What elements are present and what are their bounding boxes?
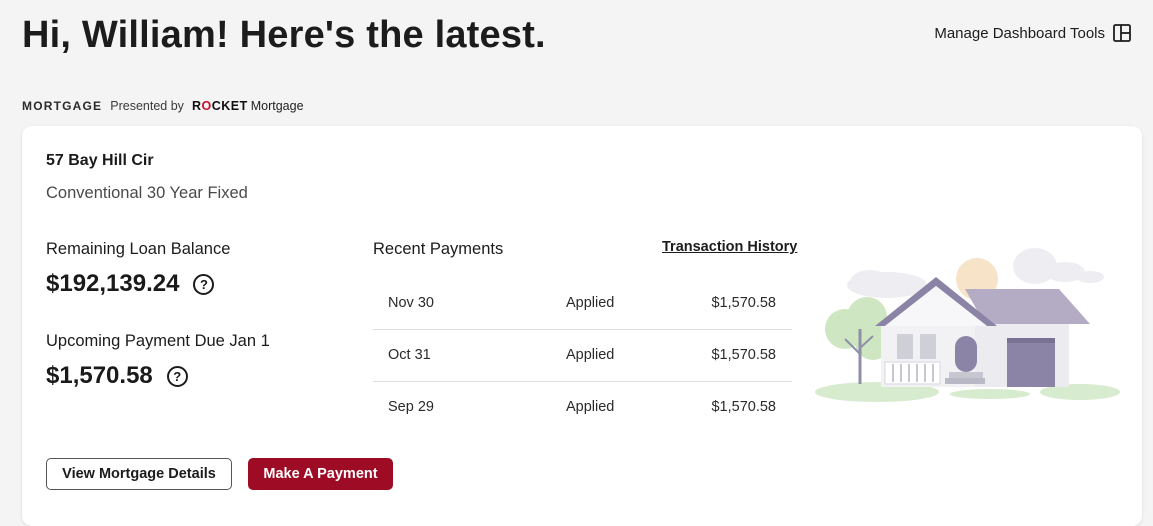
remaining-balance: $192,139.24 ? — [46, 270, 215, 298]
recent-payments-list: Nov 30 Applied $1,570.58 Oct 31 Applied … — [373, 278, 792, 433]
payment-date: Sep 29 — [388, 399, 434, 415]
question-circle-icon[interactable]: ? — [193, 273, 215, 295]
upcoming-payment-value: $1,570.58 — [46, 362, 153, 389]
payment-status: Applied — [566, 399, 615, 415]
remaining-balance-label: Remaining Loan Balance — [46, 240, 231, 258]
loan-type: Conventional 30 Year Fixed — [46, 184, 248, 202]
page-title: Hi, William! Here's the latest. — [22, 14, 546, 56]
mortgage-card: 57 Bay Hill Cir Conventional 30 Year Fix… — [22, 126, 1142, 526]
presented-by-text: Presented by — [110, 99, 184, 113]
payment-row: Sep 29 Applied $1,570.58 — [373, 382, 792, 433]
upcoming-payment: $1,570.58 ? — [46, 362, 188, 390]
payment-amount: $1,570.58 — [711, 347, 776, 363]
make-payment-button[interactable]: Make A Payment — [248, 458, 393, 490]
section-label: MORTGAGE — [22, 99, 103, 113]
manage-dashboard-tools-button[interactable]: Manage Dashboard Tools — [934, 24, 1131, 42]
rocket-o: O — [201, 99, 212, 113]
upcoming-payment-label: Upcoming Payment Due Jan 1 — [46, 332, 270, 350]
question-circle-icon[interactable]: ? — [166, 365, 188, 387]
recent-payments-title: Recent Payments — [373, 240, 504, 258]
payment-date: Nov 30 — [388, 295, 434, 311]
payment-row: Oct 31 Applied $1,570.58 — [373, 330, 792, 382]
mortgage-section-header: MORTGAGE Presented by ROCKET Mortgage — [22, 99, 304, 113]
house-illustration — [815, 244, 1120, 409]
rocket-mortgage-logo: ROCKET Mortgage — [192, 99, 304, 113]
property-address: 57 Bay Hill Cir — [46, 152, 154, 169]
payment-amount: $1,570.58 — [711, 295, 776, 311]
rocket-wordmark: ROCKET — [191, 99, 248, 113]
payment-status: Applied — [566, 347, 615, 363]
payment-row: Nov 30 Applied $1,570.58 — [373, 278, 792, 330]
view-mortgage-details-button[interactable]: View Mortgage Details — [46, 458, 232, 490]
manage-dashboard-tools-label: Manage Dashboard Tools — [934, 24, 1105, 42]
transaction-history-link[interactable]: Transaction History — [662, 239, 797, 255]
payment-amount: $1,570.58 — [711, 399, 776, 415]
payment-date: Oct 31 — [388, 347, 431, 363]
layout-panel-icon — [1113, 24, 1131, 42]
rocket-logo-suffix: Mortgage — [250, 99, 304, 113]
payment-status: Applied — [566, 295, 615, 311]
remaining-balance-value: $192,139.24 — [46, 270, 180, 297]
